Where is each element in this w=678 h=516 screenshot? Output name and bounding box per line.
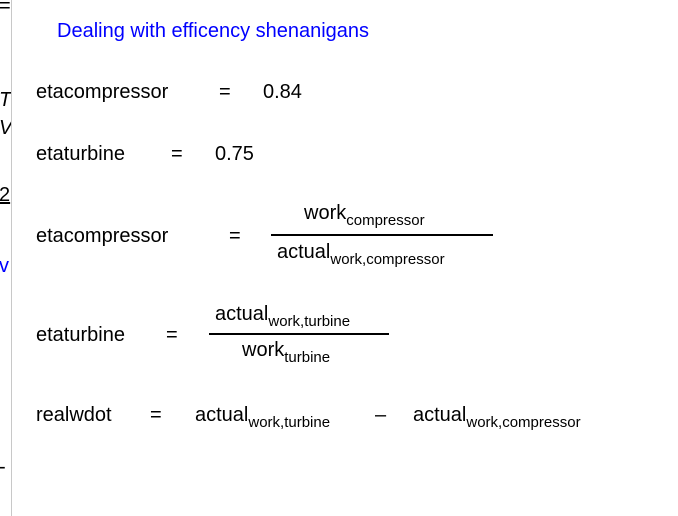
eq4-denominator: workturbine bbox=[242, 338, 331, 366]
eq2-lhs: etaturbine bbox=[36, 143, 125, 165]
eq4-denominator-base: work bbox=[242, 339, 285, 361]
eq4-denominator-sub: turbine bbox=[284, 349, 331, 366]
eq5-term-turbine-base: actual bbox=[195, 404, 249, 426]
left-fragment-equals: = bbox=[0, 0, 11, 17]
eq4-lhs: etaturbine bbox=[36, 324, 125, 346]
eq5-term-compressor-base: actual bbox=[413, 404, 467, 426]
eq3-denominator: actualwork,compressor bbox=[277, 240, 445, 268]
eq3-numerator-sub: compressor bbox=[346, 212, 425, 229]
eq5-term-turbine-sub: work,turbine bbox=[248, 414, 331, 431]
section-heading: Dealing with efficency shenanigans bbox=[57, 20, 370, 42]
eq4-numerator-sub: work,turbine bbox=[268, 313, 351, 330]
eq5-term-compressor-sub: work,compressor bbox=[466, 414, 581, 431]
eq3-fraction-bar bbox=[271, 234, 493, 236]
eq2-equals: = bbox=[171, 143, 183, 165]
eq1-lhs: etacompressor bbox=[36, 81, 169, 103]
left-fragment-v-blue: v bbox=[0, 255, 9, 277]
eq2-rhs: 0.75 bbox=[215, 143, 254, 165]
eq5-minus: – bbox=[375, 404, 387, 426]
eq4-numerator-base: actual bbox=[215, 303, 269, 325]
eq5-term-turbine: actualwork,turbine bbox=[195, 403, 331, 431]
left-pane-edge: = T V 2 v - bbox=[0, 0, 12, 516]
eq4-fraction-bar bbox=[209, 333, 389, 335]
eq5-lhs: realwdot bbox=[36, 404, 112, 426]
left-fragment-t: T bbox=[0, 89, 12, 111]
left-fragment-v: V bbox=[0, 118, 11, 138]
eq3-numerator: workcompressor bbox=[304, 201, 425, 229]
eq3-equals: = bbox=[229, 225, 241, 247]
eq1-equals: = bbox=[219, 81, 231, 103]
eq5-equals: = bbox=[150, 404, 162, 426]
eq1-rhs: 0.84 bbox=[263, 81, 302, 103]
left-fragment-dash: - bbox=[0, 457, 6, 477]
eq3-lhs: etacompressor bbox=[36, 225, 169, 247]
left-fragment-2: 2 bbox=[0, 184, 11, 206]
eq3-denominator-base: actual bbox=[277, 241, 331, 263]
eq5-term-compressor: actualwork,compressor bbox=[413, 403, 581, 431]
eq4-equals: = bbox=[166, 324, 178, 346]
eq3-numerator-base: work bbox=[304, 202, 347, 224]
eq4-numerator: actualwork,turbine bbox=[215, 302, 351, 330]
eq3-denominator-sub: work,compressor bbox=[330, 251, 445, 268]
